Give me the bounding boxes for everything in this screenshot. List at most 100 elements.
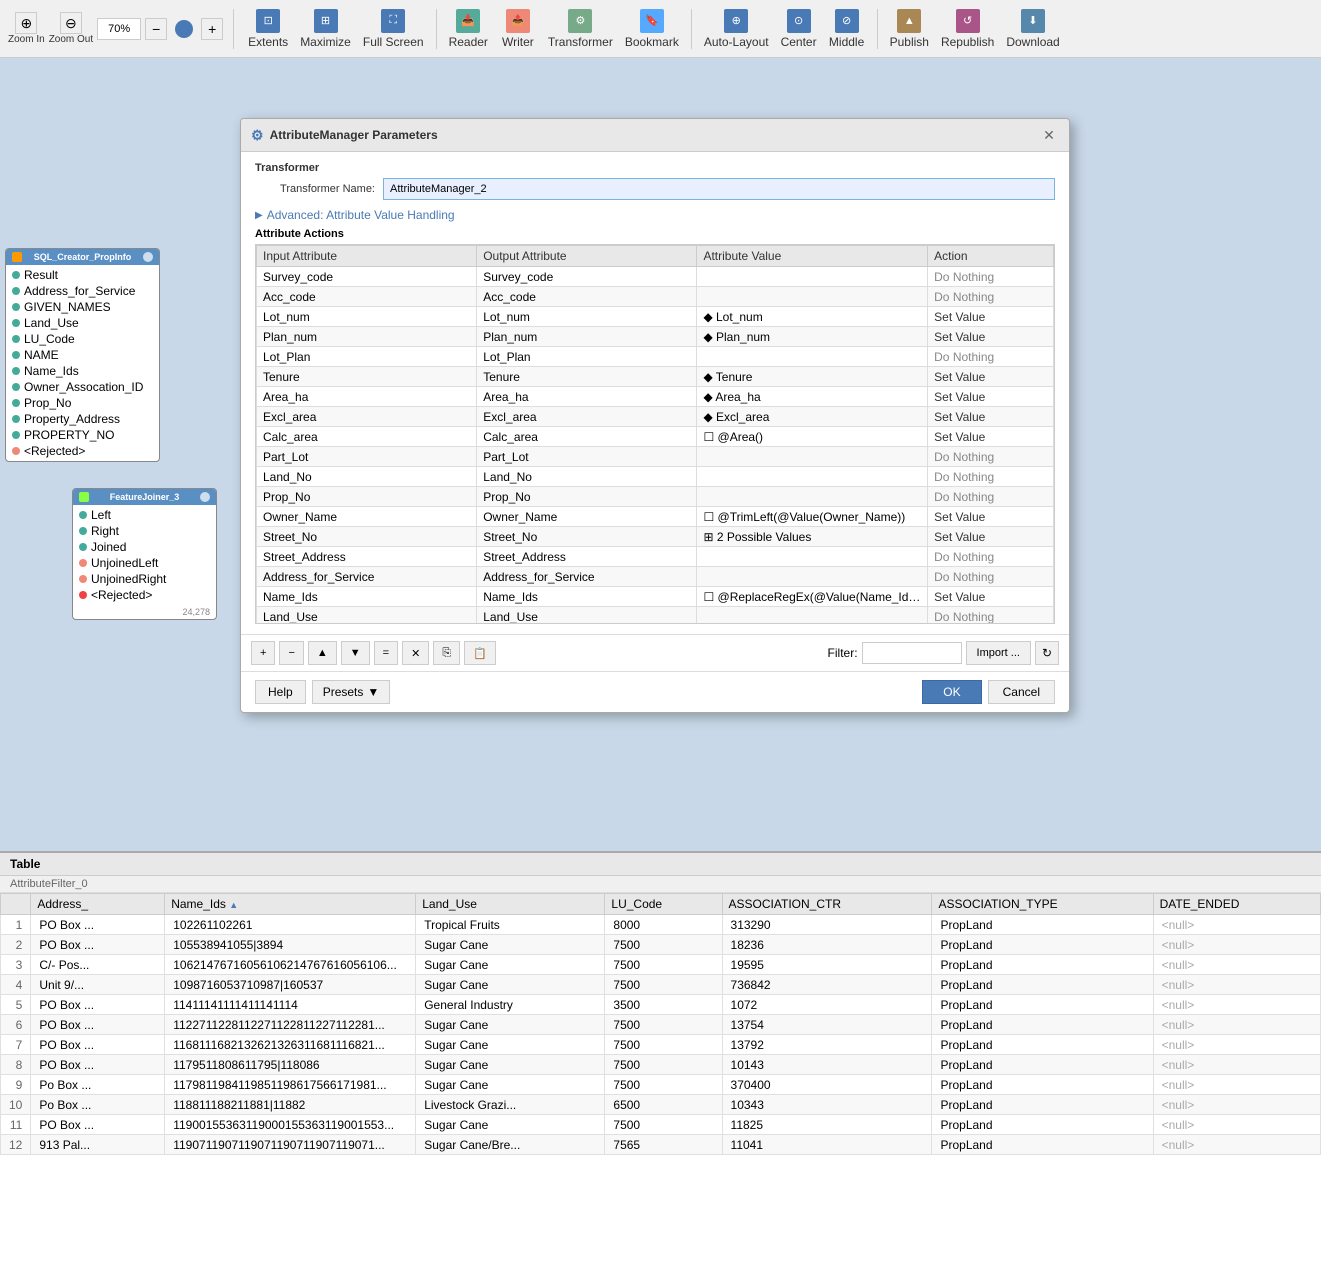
move-up-button[interactable]: ▲ xyxy=(308,641,337,665)
copy-button[interactable]: ⎘ xyxy=(433,641,460,665)
zoom-decrease-button[interactable]: − xyxy=(145,18,167,40)
republish-button[interactable]: ↺ Republish xyxy=(937,5,998,53)
dialog-content: Transformer Transformer Name: ▶ Advanced… xyxy=(241,152,1069,634)
attr-table-row[interactable]: Street_NoStreet_No⊞ 2 Possible ValuesSet… xyxy=(257,527,1054,547)
data-table-row[interactable]: 5PO Box ...11411141111411141114General I… xyxy=(1,995,1321,1015)
data-table-row[interactable]: 2PO Box ...105538941055|3894Sugar Cane75… xyxy=(1,935,1321,955)
data-table-row[interactable]: 9Po Box ...11798119841198511986175661719… xyxy=(1,1075,1321,1095)
attr-table-row[interactable]: Calc_areaCalc_area☐ @Area()Set Value xyxy=(257,427,1054,447)
attr-table-row[interactable]: Survey_codeSurvey_codeDo Nothing xyxy=(257,267,1054,287)
maximize-button[interactable]: ⊞ Maximize xyxy=(296,5,355,53)
download-button[interactable]: ⬇ Download xyxy=(1002,5,1063,53)
help-button[interactable]: Help xyxy=(255,680,306,704)
data-table-row[interactable]: 10Po Box ...118811188211881|11882Livesto… xyxy=(1,1095,1321,1115)
data-table-cell: 7500 xyxy=(605,955,722,975)
fullscreen-icon: ⛶ xyxy=(381,9,405,33)
zoom-out-button[interactable]: ⊖ xyxy=(60,12,82,34)
dialog-close-button[interactable]: ✕ xyxy=(1039,125,1059,145)
reader-button[interactable]: 📥 Reader xyxy=(445,5,492,53)
attr-table-row[interactable]: Owner_NameOwner_Name☐ @TrimLeft(@Value(O… xyxy=(257,507,1054,527)
publish-button[interactable]: ▲ Publish xyxy=(886,5,933,53)
bottom-table-scroll[interactable]: Address_ Name_Ids ▲ Land_Use LU_Code ASS… xyxy=(0,893,1321,1273)
data-table-row[interactable]: 7PO Box ...11681116821326213263116811168… xyxy=(1,1035,1321,1055)
data-table-cell: Sugar Cane xyxy=(416,975,605,995)
middle-button[interactable]: ⊘ Middle xyxy=(825,5,869,53)
attr-table-row[interactable]: Name_IdsName_Ids☐ @ReplaceRegEx(@Value(N… xyxy=(257,587,1054,607)
attr-table-row[interactable]: Lot_PlanLot_PlanDo Nothing xyxy=(257,347,1054,367)
data-table-row[interactable]: 12913 Pal...1190711907119071190711907119… xyxy=(1,1135,1321,1155)
data-table-row[interactable]: 11PO Box ...1190015536311900015536311900… xyxy=(1,1115,1321,1135)
attr-table-row[interactable]: Land_UseLand_UseDo Nothing xyxy=(257,607,1054,625)
import-button[interactable]: Import ... xyxy=(966,641,1031,665)
data-table-cell: 6500 xyxy=(605,1095,722,1115)
dialog-title-area: ⚙ AttributeManager Parameters xyxy=(251,127,438,144)
port-dot-propno2 xyxy=(12,431,20,439)
attr-table-row[interactable]: Land_NoLand_NoDo Nothing xyxy=(257,467,1054,487)
extents-icon: ⊡ xyxy=(256,9,280,33)
move-down-button[interactable]: ▼ xyxy=(341,641,370,665)
add-row-button[interactable]: + xyxy=(251,641,275,665)
advanced-row[interactable]: ▶ Advanced: Attribute Value Handling xyxy=(255,208,1055,222)
transformer-name-input[interactable] xyxy=(383,178,1055,200)
zoom-input[interactable] xyxy=(97,18,141,40)
data-table-row[interactable]: 3C/- Pos...10621476716056106214767616056… xyxy=(1,955,1321,975)
attr-table-row[interactable]: Area_haArea_ha◆ Area_haSet Value xyxy=(257,387,1054,407)
extents-button[interactable]: ⊡ Extents xyxy=(244,5,292,53)
transformer-button[interactable]: ⚙ Transformer xyxy=(544,5,617,53)
cancel-button[interactable]: Cancel xyxy=(988,680,1055,704)
col-lucode: LU_Code xyxy=(605,894,722,915)
port-dot-address xyxy=(12,287,20,295)
attr-output-cell: Survey_code xyxy=(477,267,697,287)
ok-button[interactable]: OK xyxy=(922,680,981,704)
attr-table-scroll[interactable]: Input Attribute Output Attribute Attribu… xyxy=(255,244,1055,624)
sql-creator-node[interactable]: SQL_Creator_PropInfo Result Address_for_… xyxy=(5,248,160,462)
center-button[interactable]: ⊙ Center xyxy=(777,5,821,53)
presets-button[interactable]: Presets ▼ xyxy=(312,680,391,704)
attr-table-row[interactable]: TenureTenure◆ TenureSet Value xyxy=(257,367,1054,387)
attr-value-cell xyxy=(697,547,928,567)
data-table-row[interactable]: 8PO Box ...117951180861​1795|118086Sugar… xyxy=(1,1055,1321,1075)
attr-table-row[interactable]: Street_AddressStreet_AddressDo Nothing xyxy=(257,547,1054,567)
feature-joiner-node[interactable]: FeatureJoiner_3 Left Right Joined Unjoin… xyxy=(72,488,217,620)
zoom-increase-button[interactable]: + xyxy=(201,18,223,40)
data-table-cell: PropLand xyxy=(932,1055,1153,1075)
data-table-cell: 7500 xyxy=(605,1015,722,1035)
data-table-row[interactable]: 4Unit 9/...109871605371098​7|160537Sugar… xyxy=(1,975,1321,995)
attr-table-row[interactable]: Lot_numLot_num◆ Lot_numSet Value xyxy=(257,307,1054,327)
canvas-area[interactable]: SQL_Creator_PropInfo Result Address_for_… xyxy=(0,58,1321,1281)
port-dot-ownerid xyxy=(12,383,20,391)
separator3 xyxy=(691,9,692,49)
attr-value-cell: ◆ Excl_area xyxy=(697,407,928,427)
refresh-button[interactable]: ↻ xyxy=(1035,641,1059,665)
zoom-in-button[interactable]: ⊕ xyxy=(15,12,37,34)
port-dot-lucode xyxy=(12,335,20,343)
remove-row-button[interactable]: − xyxy=(279,641,303,665)
writer-button[interactable]: 📤 Writer xyxy=(496,5,540,53)
autolayout-button[interactable]: ⊕ Auto-Layout xyxy=(700,5,773,53)
data-table-row[interactable]: 6PO Box ...11227112281122711228112271122… xyxy=(1,1015,1321,1035)
filter-input[interactable] xyxy=(862,642,962,664)
bottom-table-area: Table AttributeFilter_0 Address_ Name_Id… xyxy=(0,851,1321,1281)
equals-button[interactable]: = xyxy=(374,641,398,665)
data-table-cell: Sugar Cane xyxy=(416,935,605,955)
attr-action-cell: Set Value xyxy=(928,307,1054,327)
fullscreen-button[interactable]: ⛶ Full Screen xyxy=(359,5,428,53)
data-table-row[interactable]: 1PO Box ...102261102261Tropical Fruits80… xyxy=(1,915,1321,935)
attr-table-row[interactable]: Part_LotPart_LotDo Nothing xyxy=(257,447,1054,467)
attr-action-cell: Set Value xyxy=(928,407,1054,427)
attr-action-cell: Do Nothing xyxy=(928,607,1054,625)
delete-button[interactable]: ✕ xyxy=(402,641,429,665)
data-table-cell: PropLand xyxy=(932,1095,1153,1115)
attr-table-row[interactable]: Excl_areaExcl_area◆ Excl_areaSet Value xyxy=(257,407,1054,427)
data-table-cell: 117951180861​1795|118086 xyxy=(165,1055,416,1075)
attr-table-row[interactable]: Prop_NoProp_NoDo Nothing xyxy=(257,487,1054,507)
bookmark-button[interactable]: 🔖 Bookmark xyxy=(621,5,683,53)
port-nameids: Name_Ids xyxy=(6,363,159,379)
port-dot-name xyxy=(12,351,20,359)
paste-button[interactable]: 📋 xyxy=(464,641,496,665)
attr-table-row[interactable]: Plan_numPlan_num◆ Plan_numSet Value xyxy=(257,327,1054,347)
attr-input-cell: Area_ha xyxy=(257,387,477,407)
attr-table-row[interactable]: Address_for_ServiceAddress_for_ServiceDo… xyxy=(257,567,1054,587)
attr-table-row[interactable]: Acc_codeAcc_codeDo Nothing xyxy=(257,287,1054,307)
attr-action-cell: Set Value xyxy=(928,587,1054,607)
